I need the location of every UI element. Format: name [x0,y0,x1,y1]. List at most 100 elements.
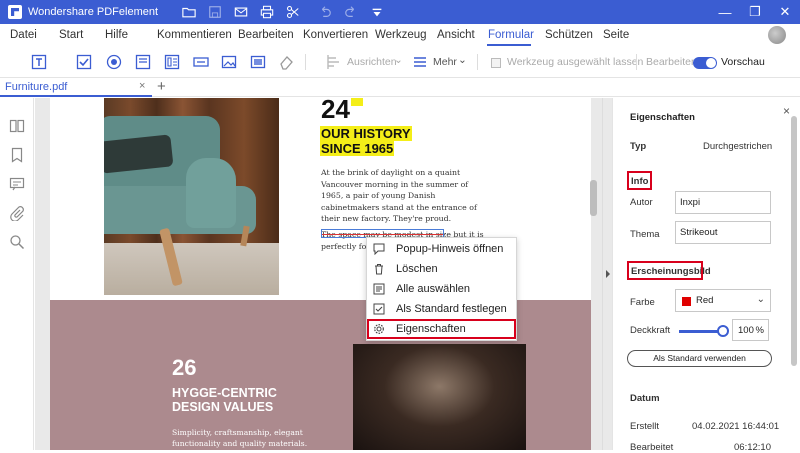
modified-label: Bearbeitet [630,442,674,453]
toolbar-separator [305,54,306,70]
ctx-delete[interactable]: Löschen [367,259,518,279]
radio-button-tool-icon[interactable] [104,52,124,72]
select-all-icon [373,283,385,295]
user-avatar[interactable] [768,26,786,44]
menu-ansicht[interactable]: Ansicht [437,29,475,41]
more-label[interactable]: Mehr [433,56,457,68]
keep-tool-label[interactable]: Werkzeug ausgewählt lassen [507,56,643,68]
text-field-tool-icon[interactable] [29,52,49,72]
author-label: Autor [630,197,653,208]
history-heading-line2: SINCE 1965 [320,141,395,156]
keep-tool-checkbox[interactable] [491,58,501,68]
opacity-input[interactable]: 100 % [732,319,769,341]
edit-mode-label: Bearbeiten [646,56,697,68]
author-field[interactable]: Inxpi [675,191,771,214]
menu-formular[interactable]: Formular [488,29,534,41]
edit-preview-toggle[interactable] [693,57,717,69]
button-tool-icon[interactable] [191,52,211,72]
preview-mode-label: Vorschau [721,56,765,68]
more-dropdown-arrow-icon[interactable]: ⌄ [458,54,467,66]
trash-icon [373,263,385,275]
redo-icon[interactable] [340,3,362,21]
menu-werkzeug[interactable]: Werkzeug [375,29,427,41]
type-label: Typ [630,141,647,152]
minimize-button[interactable]: — [710,0,740,24]
close-tab-icon[interactable]: × [139,80,145,92]
app-logo-icon [8,5,22,19]
menu-konvertieren[interactable]: Konvertieren [303,29,368,41]
ctx-open-popup-note[interactable]: Popup-Hinweis öffnen [367,239,518,259]
chair-photo [104,98,279,295]
close-window-button[interactable]: ✕ [770,0,800,24]
maximize-button[interactable]: ❐ [740,0,770,24]
ctx-label: Alle auswählen [396,283,470,295]
undo-icon[interactable] [314,3,336,21]
folder-open-icon[interactable] [178,3,200,21]
mail-icon[interactable] [230,3,252,21]
eraser-tool-icon[interactable] [276,52,296,72]
ctx-set-default[interactable]: Als Standard festlegen [367,299,518,319]
align-label[interactable]: Ausrichten [347,56,397,68]
quick-access-icon[interactable] [366,3,388,21]
add-tab-icon[interactable]: + [157,78,166,95]
document-tab[interactable]: Furniture.pdf × [0,78,152,97]
comments-icon[interactable] [9,176,25,192]
color-label: Farbe [630,297,655,308]
opacity-unit: % [755,325,764,336]
collapse-right-panel-icon[interactable] [606,270,610,278]
toolbar-separator [636,54,637,70]
appearance-highlight-box [627,261,703,280]
hygge-heading: HYGGE-CENTRIC DESIGN VALUES [172,386,277,414]
menu-start[interactable]: Start [59,29,83,41]
list-box-tool-icon[interactable] [162,52,182,72]
properties-panel: Eigenschaften × Typ Durchgestrichen Info… [612,98,800,453]
right-panel-collapse-strip [602,98,612,450]
align-icon[interactable] [323,52,343,72]
align-dropdown-arrow-icon[interactable]: ⌄ [394,54,403,66]
color-select-value: Red [696,295,714,306]
history-heading-line1: OUR HISTORY [320,126,412,141]
menu-datei[interactable]: Datei [10,29,37,41]
use-as-default-button[interactable]: Als Standard verwenden [627,350,772,367]
color-select[interactable]: Red ⌄ [675,289,771,312]
thumbnails-icon[interactable] [9,118,25,134]
subject-field[interactable]: Strikeout [675,221,771,244]
date-heading: Datum [630,393,660,404]
menu-kommentieren[interactable]: Kommentieren [157,29,232,41]
history-heading: OUR HISTORY SINCE 1965 [320,126,412,156]
opacity-value: 100 [738,325,754,336]
bookmark-icon[interactable] [9,147,25,163]
ctx-label: Löschen [396,263,438,275]
combo-box-tool-icon[interactable] [133,52,153,72]
image-tool-icon[interactable] [219,52,239,72]
title-bar: Wondershare PDFelement — ❐ ✕ [0,0,800,24]
ctx-select-all[interactable]: Alle auswählen [367,279,518,299]
menu-hilfe[interactable]: Hilfe [105,29,128,41]
menu-schuetzen[interactable]: Schützen [545,29,593,41]
section-number-24: 24 [321,98,350,124]
attachment-icon[interactable] [9,205,25,222]
close-panel-icon[interactable]: × [783,104,790,118]
checkbox-tool-icon[interactable] [74,52,94,72]
search-icon[interactable] [9,234,25,250]
print-icon[interactable] [256,3,278,21]
info-highlight-box [627,171,652,190]
chevron-down-icon: ⌄ [756,294,765,305]
menu-bearbeiten[interactable]: Bearbeiten [238,29,294,41]
scissors-icon[interactable] [282,3,304,21]
app-title: Wondershare PDFelement [28,6,159,18]
save-icon[interactable] [204,3,226,21]
context-menu: Popup-Hinweis öffnen Löschen Alle auswäh… [366,237,517,341]
more-icon[interactable] [410,52,430,72]
comment-icon [373,243,385,255]
document-tab-label: Furniture.pdf [5,81,68,93]
document-scrollbar[interactable] [590,180,597,216]
properties-scrollbar[interactable] [791,116,797,366]
left-sidebar [0,98,34,450]
history-body-text: At the brink of daylight on a quaint Van… [321,168,477,223]
opacity-slider-thumb[interactable] [717,325,729,337]
menu-seite[interactable]: Seite [603,29,629,41]
type-value: Durchgestrichen [703,141,773,152]
signature-field-tool-icon[interactable] [248,52,268,72]
number-24-highlight [351,98,363,106]
